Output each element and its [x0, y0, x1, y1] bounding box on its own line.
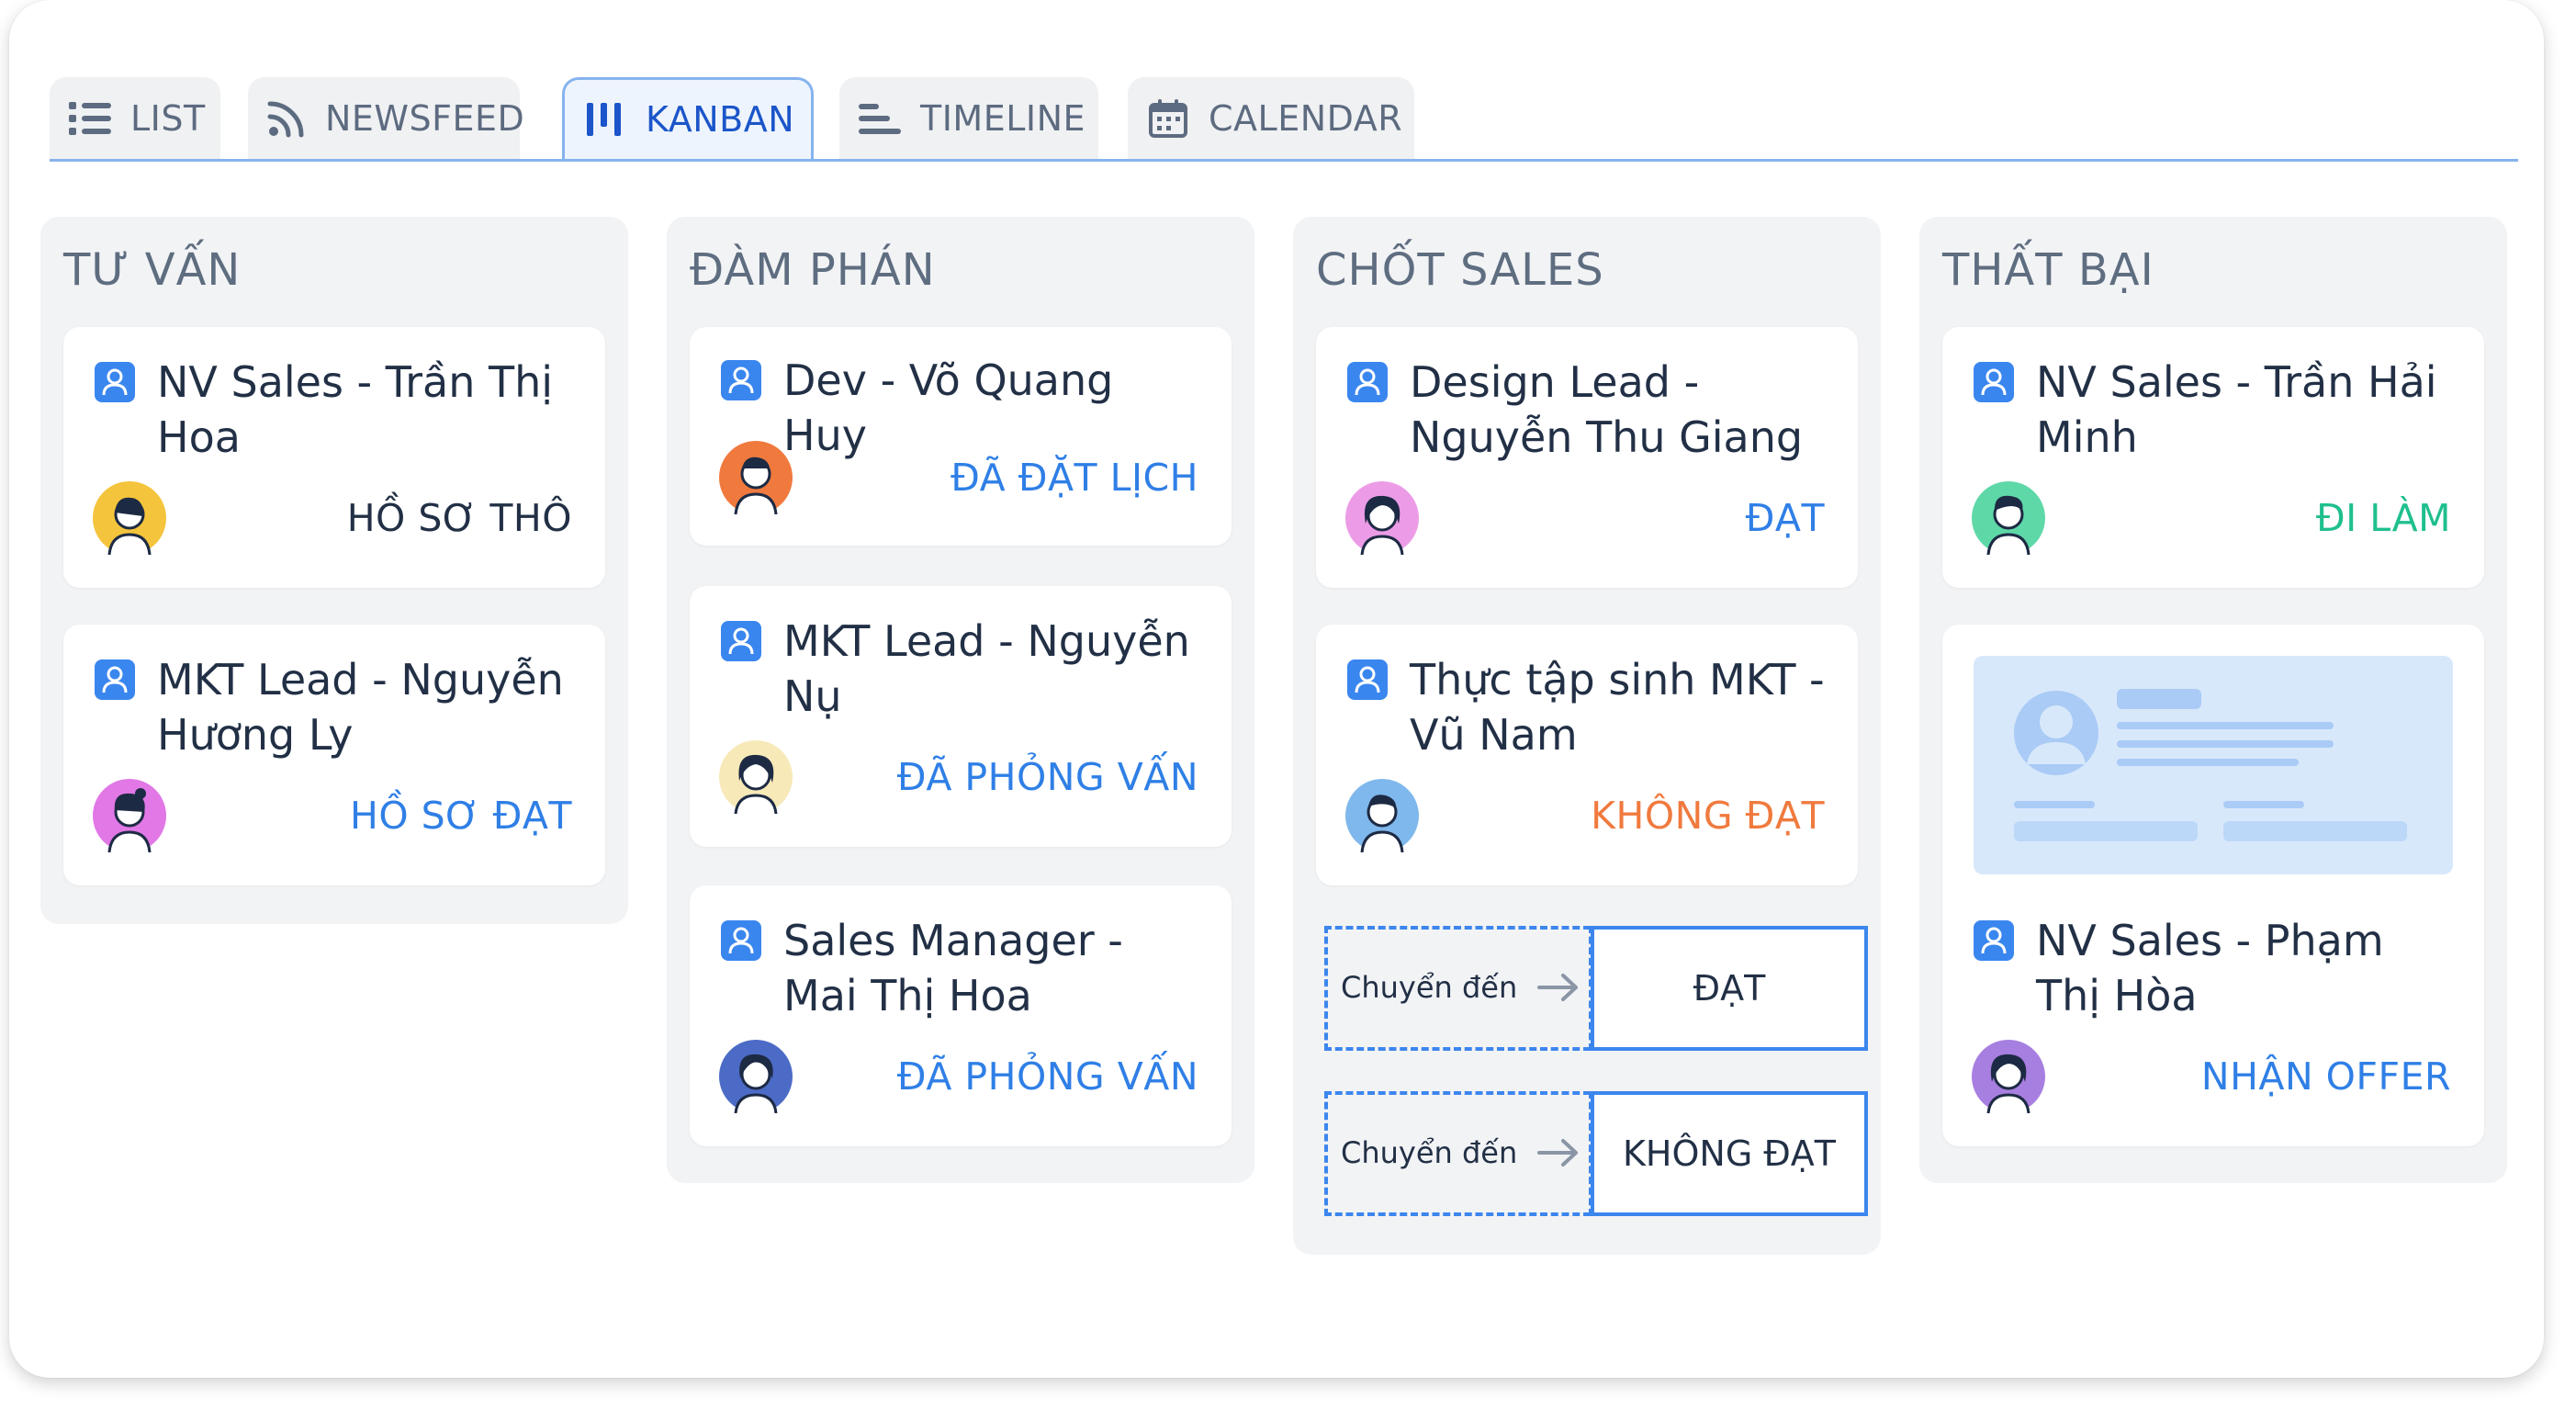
avatar: [93, 481, 166, 556]
drop-zone-target[interactable]: ĐẠT: [1591, 926, 1868, 1051]
drop-zone-label: Chuyển đến: [1341, 1135, 1518, 1170]
kanban-icon: [583, 97, 627, 141]
tab-calendar[interactable]: CALENDAR: [1128, 77, 1414, 159]
person-badge-icon: [721, 920, 761, 961]
candidate-card[interactable]: Sales Manager - Mai Thị Hoa ĐÃ PHỎNG VẤN: [690, 885, 1232, 1146]
candidate-name: NV Sales - Trần Hải Minh: [2036, 357, 2437, 462]
tab-label: TIMELINE: [920, 97, 1086, 139]
candidate-name: NV Sales - Trần Thị Hoa: [157, 357, 554, 462]
drop-zone-label: Chuyển đến: [1341, 970, 1518, 1005]
status-label: ĐÃ PHỎNG VẤN: [896, 1054, 1198, 1099]
status-label: ĐÃ ĐẶT LỊCH: [951, 456, 1198, 500]
avatar: [93, 779, 166, 853]
status-label: ĐI LÀM: [2315, 496, 2451, 540]
avatar: [719, 441, 793, 515]
tab-label: KANBAN: [646, 99, 795, 140]
status-label: HỒ SƠ THÔ: [346, 496, 572, 540]
status-label: NHẬN OFFER: [2200, 1054, 2451, 1099]
kanban-column-tu-van: TƯ VẤN NV Sales - Trần Thị Hoa HỒ SƠ THÔ…: [40, 217, 628, 924]
person-badge-icon: [721, 360, 761, 400]
person-badge-icon: [1347, 362, 1388, 402]
column-title: CHỐT SALES: [1316, 244, 1604, 296]
candidate-name: Sales Manager - Mai Thị Hoa: [783, 916, 1123, 1020]
candidate-card[interactable]: MKT Lead - Nguyễn Hương Ly HỒ SƠ ĐẠT: [63, 625, 605, 885]
avatar: [1972, 1040, 2045, 1114]
person-badge-icon: [1974, 362, 2014, 402]
status-label: ĐẠT: [1745, 496, 1825, 540]
tab-label: LIST: [130, 97, 206, 139]
column-title: ĐÀM PHÁN: [690, 244, 936, 296]
app-frame: LIST NEWSFEED KANBAN TIMELINE CALENDAR T…: [9, 0, 2544, 1378]
candidate-card[interactable]: NV Sales - Trần Thị Hoa HỒ SƠ THÔ: [63, 327, 605, 588]
tab-list[interactable]: LIST: [50, 77, 220, 159]
tab-label: NEWSFEED: [325, 97, 525, 139]
tab-newsfeed[interactable]: NEWSFEED: [248, 77, 524, 159]
status-label: HỒ SƠ ĐẠT: [350, 794, 572, 838]
candidate-name: MKT Lead - Nguyễn Hương Ly: [157, 655, 564, 760]
tab-label: CALENDAR: [1209, 97, 1403, 139]
candidate-card[interactable]: Dev - Võ Quang Huy ĐÃ ĐẶT LỊCH: [690, 327, 1232, 546]
timeline-icon: [858, 96, 902, 141]
person-badge-icon: [1974, 920, 2014, 961]
person-badge-icon: [95, 362, 135, 402]
rss-icon: [266, 96, 307, 141]
candidate-card[interactable]: Thực tập sinh MKT - Vũ Nam KHÔNG ĐẠT: [1316, 625, 1858, 885]
candidate-card[interactable]: NV Sales - Trần Hải Minh ĐI LÀM: [1942, 327, 2484, 588]
tab-timeline[interactable]: TIMELINE: [839, 77, 1098, 159]
status-label: KHÔNG ĐẠT: [1591, 794, 1825, 838]
arrow-right-icon: [1537, 972, 1580, 1007]
kanban-column-that-bai: THẤT BẠI NV Sales - Trần Hải Minh ĐI LÀM: [1919, 217, 2507, 1183]
list-icon: [68, 96, 112, 141]
candidate-name: MKT Lead - Nguyễn Nụ: [783, 616, 1190, 721]
tab-kanban[interactable]: KANBAN: [562, 77, 814, 159]
drop-zone-target[interactable]: KHÔNG ĐẠT: [1591, 1091, 1868, 1216]
candidate-name: Thực tập sinh MKT - Vũ Nam: [1410, 655, 1825, 760]
candidate-name: NV Sales - Phạm Thị Hòa: [2036, 916, 2384, 1020]
status-label: ĐÃ PHỎNG VẤN: [896, 755, 1198, 799]
avatar: [719, 1040, 793, 1114]
avatar: [1972, 481, 2045, 556]
candidate-card[interactable]: Design Lead - Nguyễn Thu Giang ĐẠT: [1316, 327, 1858, 588]
arrow-right-icon: [1537, 1137, 1580, 1172]
profile-placeholder-illustration: [1974, 656, 2453, 874]
view-tabs: LIST NEWSFEED KANBAN TIMELINE CALENDAR: [50, 77, 2518, 162]
candidate-name: Design Lead - Nguyễn Thu Giang: [1410, 357, 1804, 462]
avatar: [1345, 779, 1419, 853]
column-title: TƯ VẤN: [63, 244, 242, 296]
tabs-underline: [50, 159, 2518, 162]
drop-zone-khong-dat[interactable]: Chuyển đến KHÔNG ĐẠT: [1324, 1091, 1868, 1216]
avatar: [1345, 481, 1419, 556]
person-badge-icon: [1347, 659, 1388, 700]
person-badge-icon: [721, 621, 761, 661]
candidate-card[interactable]: MKT Lead - Nguyễn Nụ ĐÃ PHỎNG VẤN: [690, 586, 1232, 847]
candidate-card[interactable]: NV Sales - Phạm Thị Hòa NHẬN OFFER: [1942, 625, 2484, 1146]
column-title: THẤT BẠI: [1942, 244, 2154, 296]
kanban-column-dam-phan: ĐÀM PHÁN Dev - Võ Quang Huy ĐÃ ĐẶT LỊCH …: [667, 217, 1254, 1183]
candidate-name: Dev - Võ Quang Huy: [783, 355, 1114, 460]
person-badge-icon: [95, 659, 135, 700]
calendar-icon: [1146, 96, 1190, 141]
drop-zone-dat[interactable]: Chuyển đến ĐẠT: [1324, 926, 1868, 1051]
avatar: [719, 740, 793, 815]
